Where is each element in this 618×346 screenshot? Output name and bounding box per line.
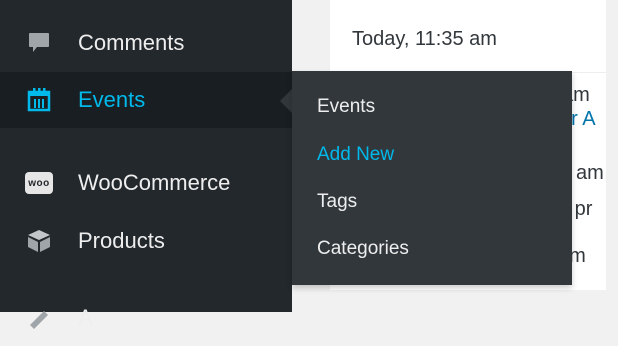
submenu-item-events[interactable]: Events bbox=[317, 96, 375, 118]
sidebar-item-appearance[interactable]: A bbox=[0, 290, 292, 346]
sidebar-item-label: Events bbox=[78, 87, 146, 112]
events-submenu: Events Add New Tags Categories bbox=[292, 71, 572, 285]
activity-timestamp: Today, 11:35 am bbox=[352, 28, 497, 50]
sidebar-item-label: Products bbox=[78, 228, 165, 253]
admin-sidebar: Comments Events woo WooCommerce Products… bbox=[0, 0, 292, 330]
speech-bubble-icon bbox=[25, 29, 53, 57]
submenu-item-add-new[interactable]: Add New bbox=[317, 144, 394, 166]
sidebar-item-label: WooCommerce bbox=[78, 170, 231, 195]
calendar-icon bbox=[25, 86, 53, 114]
sidebar-item-woocommerce[interactable]: woo WooCommerce bbox=[0, 155, 292, 211]
box-icon bbox=[25, 227, 53, 255]
submenu-item-categories[interactable]: Categories bbox=[317, 238, 409, 260]
sidebar-item-label: Comments bbox=[78, 30, 185, 55]
flyout-pointer bbox=[280, 89, 292, 113]
sidebar-item-label: A bbox=[78, 305, 93, 330]
sidebar-item-comments[interactable]: Comments bbox=[0, 15, 292, 71]
activity-time-partial: am bbox=[576, 162, 604, 184]
sidebar-item-products[interactable]: Products bbox=[0, 213, 292, 269]
submenu-item-tags[interactable]: Tags bbox=[317, 191, 357, 213]
sidebar-item-events[interactable]: Events bbox=[0, 72, 292, 128]
woo-badge-text: woo bbox=[25, 172, 53, 194]
appearance-icon bbox=[25, 304, 53, 332]
woo-badge-icon: woo bbox=[25, 169, 53, 197]
